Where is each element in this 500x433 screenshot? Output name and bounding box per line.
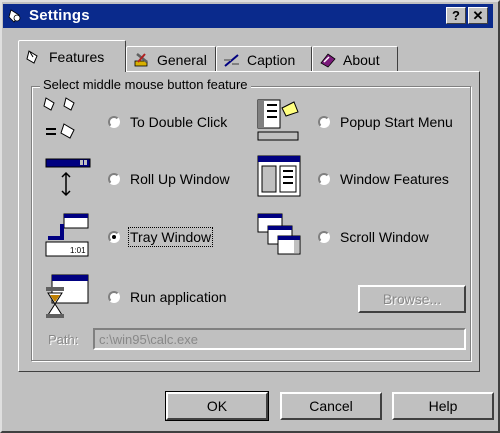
option-tray-window-label: Tray Window <box>127 227 214 247</box>
tab-caption[interactable]: Caption <box>216 46 312 72</box>
tray-window-icon: 1:01 <box>45 213 89 257</box>
tools-icon <box>134 52 148 66</box>
path-label: Path: <box>48 332 79 347</box>
option-run-application[interactable]: Run application <box>108 289 227 305</box>
window-features-icon <box>257 155 301 197</box>
path-field[interactable] <box>93 328 466 350</box>
group-label: Select middle mouse button feature <box>40 77 251 92</box>
option-scroll-window[interactable]: Scroll Window <box>318 229 429 245</box>
scroll-window-icon <box>257 213 301 255</box>
tab-features[interactable]: Features <box>18 40 126 72</box>
tab-about[interactable]: About <box>312 46 398 72</box>
help-button[interactable]: Help <box>392 392 494 420</box>
window-title: Settings <box>29 7 90 24</box>
app-icon <box>8 9 21 23</box>
double-click-icon <box>43 97 75 139</box>
about-icon <box>320 52 336 68</box>
option-roll-up-window-label: Roll Up Window <box>130 171 230 187</box>
roll-up-icon <box>45 158 91 197</box>
tab-general-label: General <box>157 51 207 68</box>
option-run-application-label: Run application <box>130 289 227 305</box>
radio-double-click[interactable] <box>108 116 120 128</box>
radio-popup-start-menu[interactable] <box>318 116 330 128</box>
svg-text:1:01: 1:01 <box>70 246 86 255</box>
tab-about-label: About <box>343 51 380 68</box>
ok-button[interactable]: OK <box>165 391 269 421</box>
option-window-features-label: Window Features <box>340 171 449 187</box>
mouse-icon <box>26 49 38 64</box>
option-window-features[interactable]: Window Features <box>318 171 449 187</box>
option-scroll-window-label: Scroll Window <box>340 229 429 245</box>
option-roll-up-window[interactable]: Roll Up Window <box>108 171 230 187</box>
close-title-button[interactable]: ✕ <box>468 7 488 24</box>
hourglass-icon <box>46 274 89 318</box>
radio-tray-window[interactable] <box>108 231 120 243</box>
radio-window-features[interactable] <box>318 173 330 185</box>
radio-run-application[interactable] <box>108 291 120 303</box>
option-popup-start-menu[interactable]: Popup Start Menu <box>318 114 453 130</box>
start-menu-icon <box>257 99 299 141</box>
tab-caption-label: Caption <box>247 51 296 68</box>
tab-features-label: Features <box>49 48 105 65</box>
tab-general[interactable]: General <box>126 46 216 72</box>
option-double-click-label: To Double Click <box>130 114 228 130</box>
option-tray-window[interactable]: Tray Window <box>108 227 214 247</box>
radio-scroll-window[interactable] <box>318 231 330 243</box>
browse-button[interactable]: Browse... <box>358 285 466 313</box>
option-double-click[interactable]: To Double Click <box>108 114 227 130</box>
option-popup-start-menu-label: Popup Start Menu <box>340 114 453 130</box>
radio-roll-up-window[interactable] <box>108 173 120 185</box>
caption-icon <box>224 53 239 67</box>
cancel-button[interactable]: Cancel <box>280 392 382 420</box>
title-bar[interactable]: Settings ? ✕ <box>3 4 493 28</box>
help-title-button[interactable]: ? <box>446 7 466 24</box>
